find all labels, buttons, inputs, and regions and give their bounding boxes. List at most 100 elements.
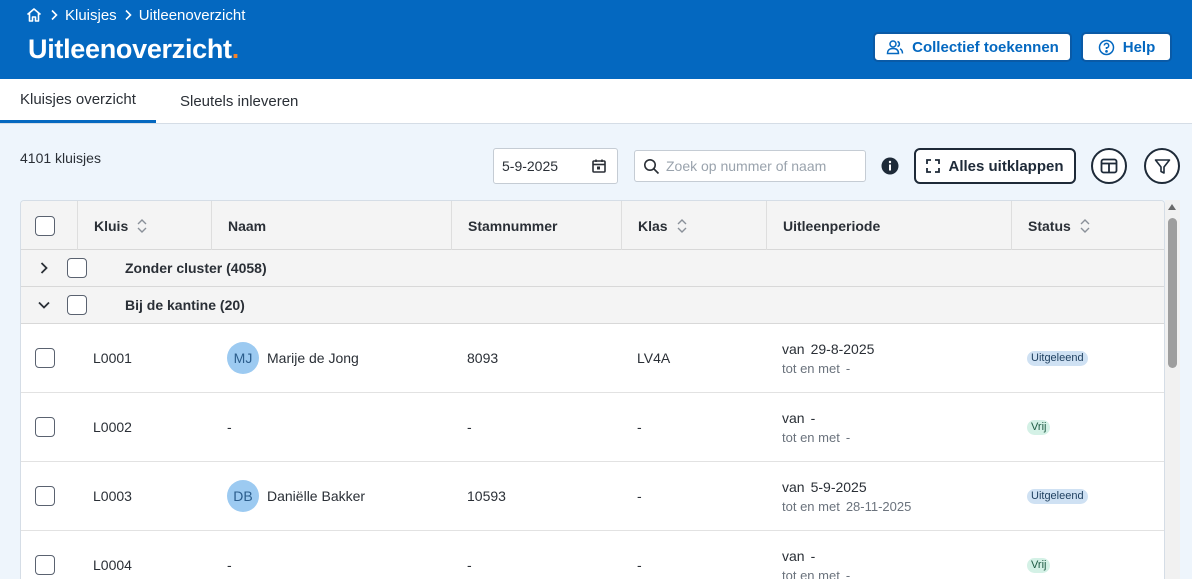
title-accent-dot: . <box>231 34 240 64</box>
group-label: Zonder cluster (4058) <box>125 260 267 276</box>
period-to-value: - <box>845 429 851 445</box>
status-badge: Uitgeleend <box>1027 350 1088 366</box>
breadcrumb-kluisjes[interactable]: Kluisjes <box>65 7 117 24</box>
table-row[interactable]: L0002 - - - van - tot en met - Vrij <box>21 393 1164 462</box>
chevron-right-icon[interactable] <box>36 260 52 276</box>
columns-button[interactable] <box>1091 148 1127 184</box>
cell-klas: LV4A <box>637 350 671 366</box>
table-header: Kluis Naam Stamnummer Klas Uitleenperiod… <box>21 201 1164 250</box>
cell-status: Vrij <box>1027 531 1051 579</box>
period-from-value: 5-9-2025 <box>810 478 867 495</box>
header-status[interactable]: Status <box>1011 201 1091 250</box>
page-title-text: Uitleenoverzicht <box>28 34 232 64</box>
breadcrumb-current: Uitleenoverzicht <box>138 6 246 24</box>
cell-naam: - <box>227 531 232 579</box>
period-from-label: van <box>782 547 805 564</box>
header-naam: Naam <box>211 201 266 250</box>
student-name: Marije de Jong <box>267 350 359 366</box>
period-to-label: tot en met <box>782 567 840 579</box>
chevron-right-icon <box>43 6 65 24</box>
table-row[interactable]: L0003 DB Daniëlle Bakker 10593 - van 5-9-… <box>21 462 1164 531</box>
sort-icon[interactable] <box>136 218 148 234</box>
header-uitleenperiode-label: Uitleenperiode <box>783 217 881 234</box>
filter-button[interactable] <box>1144 148 1180 184</box>
header-naam-label: Naam <box>228 217 267 234</box>
date-value: 5-9-2025 <box>502 158 559 174</box>
group-checkbox[interactable] <box>67 295 87 315</box>
status-badge: Vrij <box>1027 557 1051 573</box>
table-row[interactable]: L0004 - - - van - tot en met - Vrij <box>21 531 1164 579</box>
cell-naam: DB Daniëlle Bakker <box>227 462 365 530</box>
app-header: Kluisjes Uitleenoverzicht Uitleenoverzic… <box>0 0 1192 79</box>
row-checkbox[interactable] <box>35 417 55 437</box>
collectief-toekennen-button[interactable]: Collectief toekennen <box>873 32 1072 62</box>
help-label: Help <box>1122 38 1156 56</box>
period-to: tot en met 28-11-2025 <box>782 499 911 514</box>
date-picker[interactable]: 5-9-2025 <box>493 148 618 184</box>
chevron-right-icon <box>117 6 139 24</box>
select-all-checkbox[interactable] <box>35 215 55 236</box>
home-icon[interactable] <box>25 6 43 24</box>
cell-stamnummer: - <box>467 419 472 435</box>
header-status-label: Status <box>1028 217 1071 234</box>
lockers-table: Kluis Naam Stamnummer Klas Uitleenperiod… <box>20 200 1165 579</box>
student-name: - <box>227 557 232 573</box>
group-row[interactable]: Bij de kantine (20) <box>21 287 1164 324</box>
cell-klas: - <box>637 557 642 573</box>
cell-stamnummer: 8093 <box>467 350 499 366</box>
header-klas[interactable]: Klas <box>621 201 688 250</box>
student-name: Daniëlle Bakker <box>267 488 366 504</box>
cell-uitleenperiode: van 5-9-2025 tot en met 28-11-2025 <box>782 462 911 530</box>
period-from: van - <box>782 548 815 564</box>
scrollbar-thumb[interactable] <box>1168 218 1177 368</box>
search-input[interactable] <box>666 158 856 174</box>
chevron-down-icon[interactable] <box>36 297 52 313</box>
columns-icon <box>1100 158 1118 174</box>
row-checkbox[interactable] <box>35 555 55 575</box>
period-from-label: van <box>782 340 805 357</box>
header-stamnummer-label: Stamnummer <box>468 217 558 234</box>
group-checkbox[interactable] <box>67 258 87 278</box>
header-klas-label: Klas <box>638 217 668 234</box>
sort-icon[interactable] <box>1079 218 1091 234</box>
info-icon[interactable] <box>881 157 899 175</box>
group-row[interactable]: Zonder cluster (4058) <box>21 250 1164 287</box>
tab-kluisjes-overzicht[interactable]: Kluisjes overzicht <box>0 79 156 123</box>
row-checkbox[interactable] <box>35 486 55 506</box>
cell-kluis: L0004 <box>93 557 132 573</box>
period-from-label: van <box>782 478 805 495</box>
tab-bar: Kluisjes overzicht Sleutels inleveren <box>0 79 1192 124</box>
period-from: van 29-8-2025 <box>782 341 874 357</box>
cell-stamnummer: 10593 <box>467 488 506 504</box>
row-checkbox[interactable] <box>35 348 55 368</box>
cell-status: Vrij <box>1027 393 1051 461</box>
period-from-value: 29-8-2025 <box>810 340 875 357</box>
cell-uitleenperiode: van 29-8-2025 tot en met - <box>782 324 874 392</box>
filter-icon <box>1154 158 1170 174</box>
table-scrollbar[interactable] <box>1165 200 1180 579</box>
period-to: tot en met - <box>782 430 850 445</box>
student-name: - <box>227 419 232 435</box>
expand-icon <box>926 159 941 173</box>
cell-status: Uitgeleend <box>1027 324 1088 392</box>
collectief-toekennen-label: Collectief toekennen <box>912 38 1059 56</box>
period-from-label: van <box>782 409 805 426</box>
sort-icon[interactable] <box>676 218 688 234</box>
status-badge: Uitgeleend <box>1027 488 1088 504</box>
avatar: DB <box>227 480 259 512</box>
tab-sleutels-inleveren[interactable]: Sleutels inleveren <box>160 79 318 123</box>
cell-kluis: L0002 <box>93 419 132 435</box>
period-from-value: - <box>810 409 816 426</box>
calendar-icon[interactable] <box>591 158 607 174</box>
users-icon <box>886 40 904 55</box>
page-title: Uitleenoverzicht. <box>28 34 239 65</box>
help-button[interactable]: Help <box>1081 32 1172 62</box>
cell-kluis: L0003 <box>93 488 132 504</box>
header-kluis[interactable]: Kluis <box>77 201 148 250</box>
cell-klas: - <box>637 488 642 504</box>
period-from-value: - <box>810 547 816 564</box>
table-row[interactable]: L0001 MJ Marije de Jong 8093 LV4A van 29-… <box>21 324 1164 393</box>
status-badge: Vrij <box>1027 419 1051 435</box>
scroll-up-arrow-icon[interactable] <box>1168 204 1176 210</box>
alles-uitklappen-button[interactable]: Alles uitklappen <box>914 148 1076 184</box>
